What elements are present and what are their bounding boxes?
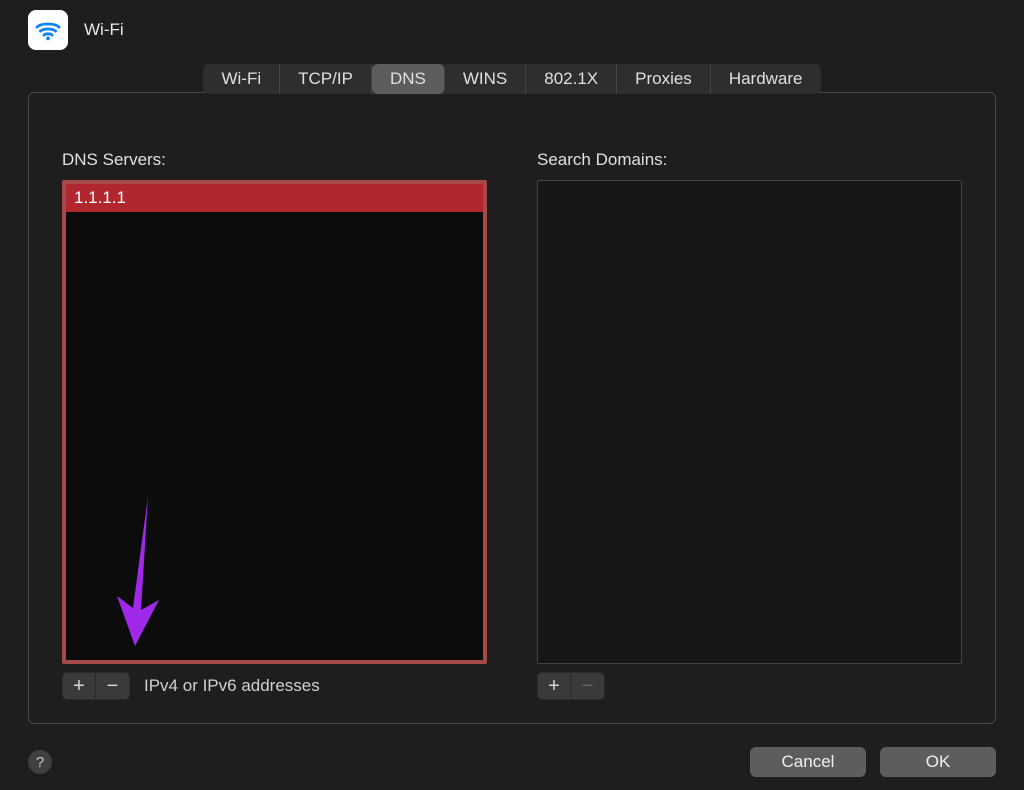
domains-add-button[interactable]: + [537, 672, 571, 700]
page-title: Wi-Fi [84, 20, 124, 40]
header: Wi-Fi [0, 0, 1024, 64]
minus-icon: − [107, 675, 119, 698]
dns-hint: IPv4 or IPv6 addresses [144, 676, 320, 696]
wifi-icon [28, 10, 68, 50]
dns-add-button[interactable]: + [62, 672, 96, 700]
ok-button[interactable]: OK [880, 747, 996, 777]
tab-tcpip[interactable]: TCP/IP [280, 64, 372, 94]
plus-icon: + [73, 675, 85, 698]
tab-8021x[interactable]: 802.1X [526, 64, 617, 94]
tab-hardware[interactable]: Hardware [711, 64, 821, 94]
dns-servers-column: DNS Servers: 1.1.1.1 + − IPv4 or IPv6 ad… [62, 150, 487, 700]
search-domains-list[interactable] [537, 180, 962, 664]
search-domains-column: Search Domains: + − [537, 150, 962, 700]
tab-bar: Wi-Fi TCP/IP DNS WINS 802.1X Proxies Har… [0, 64, 1024, 94]
tab-proxies[interactable]: Proxies [617, 64, 711, 94]
tab-dns[interactable]: DNS [372, 64, 445, 94]
bottom-bar: ? Cancel OK [0, 734, 1024, 790]
domains-list-footer: + − [537, 672, 962, 700]
tab-wifi[interactable]: Wi-Fi [203, 64, 280, 94]
content-panel: DNS Servers: 1.1.1.1 + − IPv4 or IPv6 ad… [28, 92, 996, 724]
domains-remove-button: − [571, 672, 605, 700]
tab-wins[interactable]: WINS [445, 64, 526, 94]
dns-server-entry[interactable]: 1.1.1.1 [66, 184, 483, 212]
cancel-button[interactable]: Cancel [750, 747, 866, 777]
dns-list-footer: + − IPv4 or IPv6 addresses [62, 672, 487, 700]
dns-servers-label: DNS Servers: [62, 150, 487, 170]
search-domains-label: Search Domains: [537, 150, 962, 170]
minus-icon: − [582, 675, 594, 698]
dns-remove-button[interactable]: − [96, 672, 130, 700]
dns-servers-list[interactable]: 1.1.1.1 [62, 180, 487, 664]
plus-icon: + [548, 675, 560, 698]
help-button[interactable]: ? [28, 750, 52, 774]
help-icon: ? [36, 754, 44, 771]
